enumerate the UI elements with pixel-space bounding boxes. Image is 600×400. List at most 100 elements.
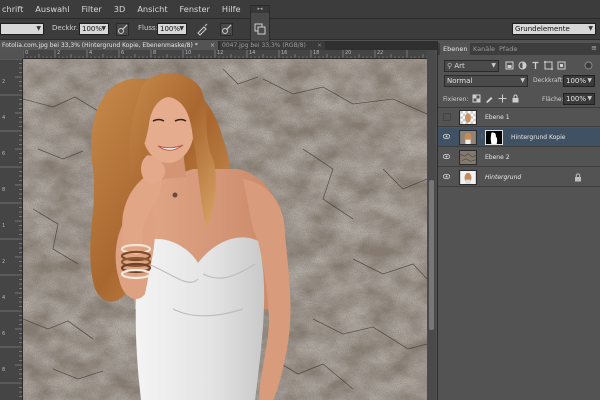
filter-smartobject-icon[interactable] <box>557 61 566 70</box>
ruler-label: 2 <box>2 79 6 85</box>
scrollbar-thumb[interactable] <box>429 180 434 330</box>
lock-icon <box>575 173 581 182</box>
panel-menu-icon[interactable]: ≡ <box>591 44 597 52</box>
close-icon[interactable]: × <box>317 41 322 50</box>
layer-row-ebene-1[interactable]: Ebene 1 <box>438 108 600 127</box>
necklace-pendant <box>172 192 178 198</box>
layer-row-ebene-2[interactable]: Ebene 2 <box>438 148 600 167</box>
lock-brush-icon[interactable] <box>485 94 494 103</box>
ruler-label: 8 <box>2 187 6 193</box>
ruler-ticks <box>23 50 427 58</box>
chevron-down-icon: ▼ <box>587 95 592 102</box>
layer-filter-dropdown[interactable]: ⚲ Art ▼ <box>444 60 499 72</box>
filter-toggle-icon[interactable] <box>584 61 593 70</box>
menu-hilfe[interactable]: Hilfe <box>222 4 241 14</box>
clone-source-icon[interactable] <box>254 22 267 35</box>
close-icon[interactable]: × <box>210 41 215 50</box>
lock-all-icon[interactable] <box>511 94 520 103</box>
menu-filter[interactable]: Filter <box>82 4 102 14</box>
brush-preset-dropdown[interactable]: ▼ <box>0 23 44 35</box>
filter-pixel-icon[interactable] <box>505 61 514 70</box>
chevron-down-icon: ▼ <box>36 25 41 32</box>
menu-schrift[interactable]: chrift <box>2 4 23 14</box>
layer-name[interactable]: Ebene 1 <box>485 114 510 121</box>
ruler-label: 6 <box>121 50 125 56</box>
tab-0047-document[interactable]: 0047.jpg bei 33,3% (RGB/8) × <box>220 41 325 50</box>
layer-thumbnail <box>459 170 477 185</box>
filter-type-icon[interactable] <box>531 61 540 70</box>
fluss-input[interactable]: 100% ▼ <box>157 23 187 35</box>
floating-tool-panel: ▸◂ <box>250 5 270 42</box>
document-canvas[interactable] <box>23 59 427 400</box>
document-tab-bar: Fotolia.com.jpg bei 33,3% (Hintergrund K… <box>0 41 437 50</box>
white-bodysuit <box>135 237 265 400</box>
ruler-label: 12 <box>217 50 224 56</box>
opacity-label: Deckkraft: <box>533 77 565 84</box>
airbrush-icon[interactable] <box>196 23 209 36</box>
ruler-label: 6 <box>2 151 6 157</box>
opacity-input[interactable]: 100% ▼ <box>563 75 595 87</box>
deckkraft-input[interactable]: 100% ▼ <box>79 23 109 35</box>
panel-tab-bar: Ebenen Kanäle Pfade ≡ <box>438 43 600 55</box>
ruler-label: 4 <box>2 295 6 301</box>
pressure-size-icon[interactable] <box>220 23 233 36</box>
layer-mask-thumbnail[interactable] <box>485 130 503 145</box>
blend-mode-dropdown[interactable]: Normal ▼ <box>444 75 528 87</box>
chevron-down-icon: ▼ <box>588 25 593 32</box>
fill-input[interactable]: 100% ▼ <box>563 93 595 105</box>
layer-name[interactable]: Ebene 2 <box>485 154 510 161</box>
menu-3d[interactable]: 3D <box>114 4 126 14</box>
tab-fotolia-document[interactable]: Fotolia.com.jpg bei 33,3% (Hintergrund K… <box>0 41 218 50</box>
ruler-label: 2 <box>57 50 61 56</box>
ruler-label: 20 <box>345 50 352 56</box>
ruler-label: 6 <box>2 331 6 337</box>
pressure-opacity-icon[interactable] <box>116 23 129 36</box>
chevron-down-icon: ▼ <box>491 62 496 69</box>
menu-ansicht[interactable]: Ansicht <box>137 4 167 14</box>
ruler-label: 18 <box>313 50 320 56</box>
ruler-label: 8 <box>153 50 157 56</box>
filter-shape-icon[interactable] <box>544 61 553 70</box>
layer-name[interactable]: Hintergrund Kopie <box>511 134 565 141</box>
ruler-label: 8 <box>2 367 6 373</box>
chevron-down-icon: ▼ <box>179 25 184 32</box>
lock-transparency-icon[interactable] <box>472 94 481 103</box>
ruler-horizontal: 0 2 4 6 8 10 12 14 16 18 20 22 <box>23 50 427 59</box>
tab-ebenen[interactable]: Ebenen <box>440 43 471 55</box>
eye-icon[interactable] <box>443 134 450 139</box>
tab-pfade[interactable]: Pfade <box>496 43 520 55</box>
visibility-toggle-empty[interactable] <box>443 113 451 121</box>
ruler-label: 22 <box>377 50 384 56</box>
panel-grip[interactable]: ▸◂ <box>251 6 269 13</box>
menu-fenster[interactable]: Fenster <box>180 4 210 14</box>
ruler-label: 4 <box>2 115 6 121</box>
ruler-label: 1 <box>2 223 6 229</box>
layer-name[interactable]: Hintergrund <box>485 174 521 181</box>
filter-adjustment-icon[interactable] <box>518 61 527 70</box>
ruler-label: 2 <box>2 259 6 265</box>
eye-icon[interactable] <box>443 154 450 159</box>
lock-move-icon[interactable] <box>498 94 507 103</box>
vertical-scrollbar[interactable] <box>427 50 436 400</box>
layer-thumbnail <box>459 110 477 125</box>
layer-row-hintergrund[interactable]: Hintergrund <box>438 168 600 187</box>
ruler-label: 10 <box>185 50 192 56</box>
layer-row-hintergrund-kopie[interactable]: ⋮ Hintergrund Kopie <box>438 128 600 147</box>
ruler-ticks <box>0 59 22 397</box>
deckkraft-label: Deckkr.: <box>52 24 81 32</box>
ruler-label: 14 <box>249 50 256 56</box>
photo-composite <box>23 59 427 400</box>
lock-label: Fixieren: <box>443 96 469 103</box>
ruler-vertical: 2 4 6 8 1 2 4 6 8 <box>0 59 23 400</box>
menu-auswahl[interactable]: Auswahl <box>35 4 69 14</box>
workspace-dropdown[interactable]: Grundelemente ▼ <box>512 23 596 35</box>
eye-icon[interactable] <box>443 174 450 179</box>
ruler-label: 4 <box>89 50 93 56</box>
tab-kanaele[interactable]: Kanäle <box>470 43 498 55</box>
chevron-down-icon: ▼ <box>587 77 592 84</box>
layer-thumbnail <box>459 130 477 145</box>
ruler-label: 0 <box>25 50 29 56</box>
fluss-label: Fluss: <box>138 24 159 32</box>
fill-label: Fläche: <box>542 96 564 103</box>
menu-bar: chrift Auswahl Filter 3D Ansicht Fenster… <box>0 0 600 18</box>
